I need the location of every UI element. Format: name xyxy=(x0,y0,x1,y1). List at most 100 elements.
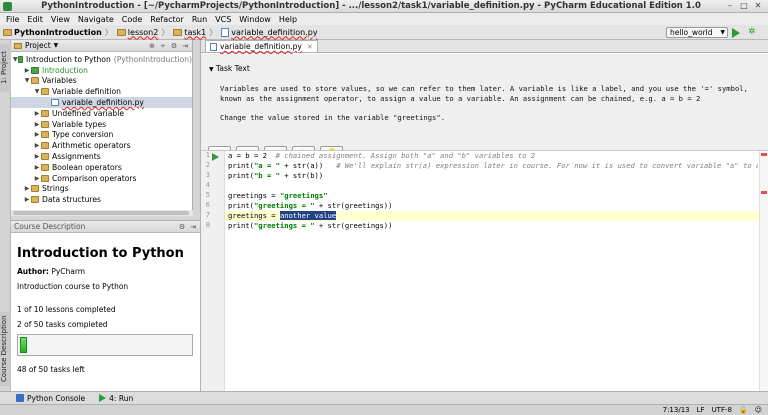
chevron-right-icon[interactable]: ▶ xyxy=(23,196,31,203)
cursor-position[interactable]: 7:13/13 xyxy=(663,406,690,414)
hide-icon[interactable]: ⇥ xyxy=(190,223,196,231)
scroll-from-source-icon[interactable]: ⊕ xyxy=(149,42,155,50)
scrollbar-thumb[interactable] xyxy=(13,211,189,215)
chevron-right-icon[interactable]: ▶ xyxy=(23,67,31,74)
tree-item-task[interactable]: ▶ Arithmetic operators xyxy=(11,140,192,151)
project-tool-tab[interactable]: 1: Project xyxy=(0,44,11,92)
menu-run[interactable]: Run xyxy=(188,15,211,24)
menu-code[interactable]: Code xyxy=(118,15,146,24)
chevron-right-icon[interactable]: ▶ xyxy=(23,185,31,192)
minimize-icon[interactable]: – xyxy=(726,2,734,10)
tree-item-lesson[interactable]: ▼ Variables xyxy=(11,76,192,87)
task-icon xyxy=(41,142,49,150)
chevron-right-icon[interactable]: ▶ xyxy=(33,110,41,117)
chevron-down-icon[interactable]: ▼ xyxy=(33,88,41,95)
close-icon[interactable]: ✕ xyxy=(754,2,762,10)
tree-label: variable_definition.py xyxy=(62,98,144,108)
menu-help[interactable]: Help xyxy=(275,15,301,24)
tree-item-lesson[interactable]: ▶ Strings xyxy=(11,184,192,195)
project-view-select[interactable]: Project ▼ xyxy=(14,41,58,50)
tree-item-task[interactable]: ▶ Type conversion xyxy=(11,130,192,141)
error-marker[interactable] xyxy=(761,153,767,156)
tree-item-file[interactable]: variable_definition.py xyxy=(11,97,192,108)
tree-item-lesson[interactable]: ▶ Introduction xyxy=(11,65,192,76)
code-line: print("greetings = " + str(greetings)) xyxy=(228,201,393,210)
tree-label: Arithmetic operators xyxy=(52,141,131,151)
menu-window[interactable]: Window xyxy=(235,15,275,24)
run-icon[interactable] xyxy=(732,28,740,38)
tree-label: Introduction xyxy=(42,65,88,75)
close-icon[interactable]: ✕ xyxy=(307,43,313,51)
chevron-right-icon: 〉 xyxy=(209,27,218,37)
menu-navigate[interactable]: Navigate xyxy=(74,15,118,24)
breadcrumb-lesson[interactable]: lesson2 〉 xyxy=(116,27,169,38)
menu-view[interactable]: View xyxy=(47,15,74,24)
breadcrumb-file[interactable]: variable_definition.py xyxy=(221,27,318,37)
code-editor[interactable]: 1 2 3 4 5 6 7 8 a = b = 2 # chained assi… xyxy=(201,150,768,392)
chevron-down-icon: ▼ xyxy=(720,29,725,36)
lesson-icon xyxy=(31,196,39,204)
line-number: 5 xyxy=(205,191,210,199)
menu-refactor[interactable]: Refactor xyxy=(146,15,188,24)
line-number: 7 xyxy=(205,211,210,219)
breadcrumb-label: variable_definition.py xyxy=(231,27,318,37)
tree-item-task[interactable]: ▼ Variable definition xyxy=(11,86,192,97)
run-tool-label: 4: Run xyxy=(109,393,134,403)
chevron-right-icon[interactable]: ▶ xyxy=(33,121,41,128)
tree-label: Variable types xyxy=(52,119,107,129)
chevron-right-icon[interactable]: ▶ xyxy=(33,175,41,182)
menu-edit[interactable]: Edit xyxy=(23,15,47,24)
tree-item-task[interactable]: ▶ Undefined variable xyxy=(11,108,192,119)
chevron-right-icon: 〉 xyxy=(104,27,113,37)
gear-icon[interactable]: ⚙ xyxy=(171,42,177,50)
chevron-right-icon[interactable]: ▶ xyxy=(33,164,41,171)
gear-icon[interactable]: ⚙ xyxy=(179,223,185,231)
run-config-select[interactable]: hello_world ▼ xyxy=(666,27,728,38)
course-description-tool-tab[interactable]: Course Description xyxy=(0,312,11,386)
run-tool-tab[interactable]: 4: Run xyxy=(99,394,133,403)
debug-icon[interactable]: ✲ xyxy=(748,28,756,37)
chevron-down-icon[interactable]: ▼ xyxy=(23,77,31,84)
run-icon[interactable] xyxy=(212,153,219,161)
lesson-icon xyxy=(31,77,39,85)
answer-placeholder[interactable]: another value xyxy=(279,211,337,220)
course-description-header: Course Description ⚙ ⇥ xyxy=(11,221,200,233)
project-horizontal-scrollbar[interactable] xyxy=(11,210,193,216)
menu-file[interactable]: File xyxy=(2,15,23,24)
python-console-tab[interactable]: Python Console xyxy=(16,394,85,403)
breadcrumb-project[interactable]: PythonIntroduction 〉 xyxy=(3,27,113,38)
line-separator[interactable]: LF xyxy=(697,406,705,414)
tree-item-course[interactable]: ▼ Introduction to Python (PythonIntroduc… xyxy=(11,54,192,65)
tree-item-task[interactable]: ▶ Variable types xyxy=(11,119,192,130)
file-encoding[interactable]: UTF-8 xyxy=(712,406,732,414)
error-marker[interactable] xyxy=(761,191,767,194)
chevron-right-icon[interactable]: ▶ xyxy=(33,131,41,138)
code-line: a = b = 2 # chained assignment. Assign b… xyxy=(228,151,536,160)
tree-item-task[interactable]: ▶ Comparison operators xyxy=(11,173,192,184)
chevron-down-icon[interactable]: ▼ xyxy=(13,56,18,63)
python-console-icon xyxy=(16,394,24,402)
breadcrumb-task[interactable]: task1 〉 xyxy=(173,27,217,38)
task-icon xyxy=(41,153,49,161)
task-icon xyxy=(41,88,49,96)
lock-icon[interactable]: 🔓 xyxy=(739,406,748,414)
menu-vcs[interactable]: VCS xyxy=(211,15,235,24)
editor-tab-label: variable_definition.py xyxy=(220,42,302,51)
chevron-right-icon[interactable]: ▶ xyxy=(33,142,41,149)
hide-icon[interactable]: ⇥ xyxy=(182,42,188,50)
code-line: print("b = " + str(b)) xyxy=(228,171,324,180)
line-number: 3 xyxy=(205,171,210,179)
task-text-header[interactable]: ▼ Task Text xyxy=(209,64,250,73)
tree-item-lesson[interactable]: ▶ Data structures xyxy=(11,194,192,205)
chevron-right-icon[interactable]: ▶ xyxy=(33,153,41,160)
maximize-icon[interactable]: □ xyxy=(740,2,748,10)
tree-item-task[interactable]: ▶ Assignments xyxy=(11,151,192,162)
tree-item-task[interactable]: ▶ Boolean operators xyxy=(11,162,192,173)
navigation-bar: PythonIntroduction 〉 lesson2 〉 task1 〉 v… xyxy=(0,25,768,40)
project-tree: ▼ Introduction to Python (PythonIntroduc… xyxy=(11,52,192,205)
collapse-all-icon[interactable]: ÷ xyxy=(160,42,166,50)
inspector-icon[interactable]: ☺ xyxy=(755,406,762,414)
editor-tab[interactable]: variable_definition.py ✕ xyxy=(205,40,318,52)
tasks-progress-text: 2 of 50 tasks completed xyxy=(17,320,108,329)
python-file-icon xyxy=(210,42,217,51)
